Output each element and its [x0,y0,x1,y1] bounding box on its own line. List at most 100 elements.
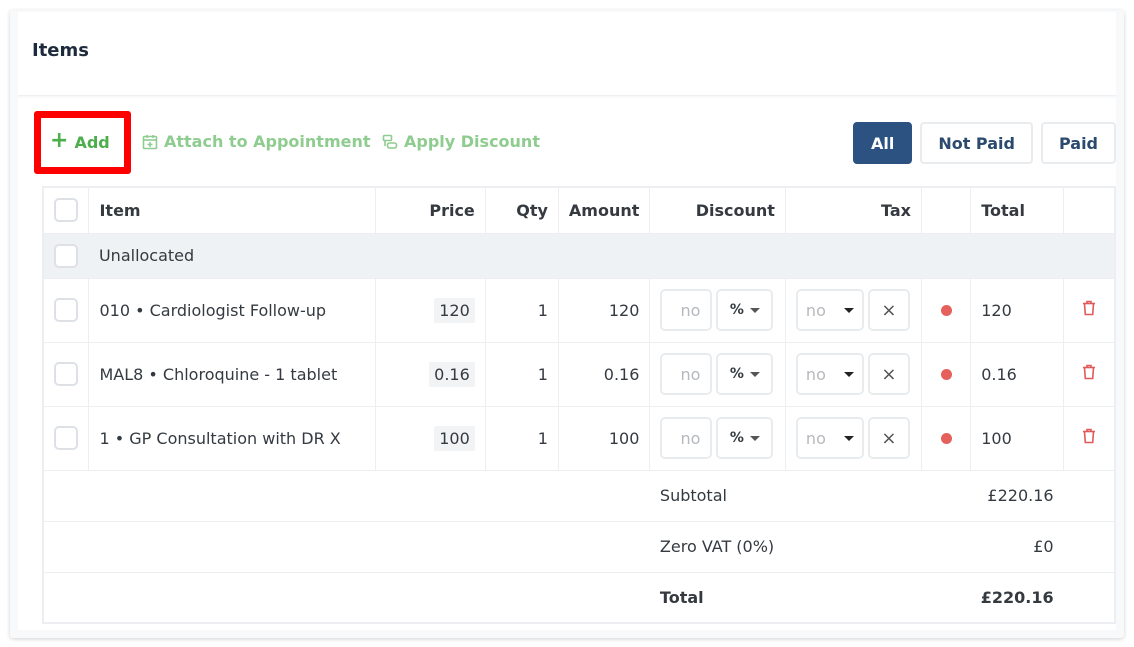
tax-select[interactable]: no [795,417,864,459]
row-checkbox[interactable] [54,362,78,386]
row-amount: 120 [557,277,651,343]
filter-not-paid[interactable]: Not Paid [920,122,1033,164]
discount-type-select[interactable]: % [716,289,774,331]
discount-input[interactable]: no [660,417,713,459]
tax-select-placeholder: no [805,300,826,320]
discount-type-select[interactable]: % [716,353,774,395]
subtotal-value: £220.16 [970,469,1064,522]
header-status [920,186,972,234]
table-row: MAL8 • Chloroquine - 1 tablet 0.16 1 0.1… [42,341,1116,407]
row-qty[interactable]: 1 [484,277,559,343]
table-header: Item Price Qty Amount Discount Tax Total [42,186,1116,234]
table-row: 010 • Cardiologist Follow-up 120 1 120 n… [42,277,1116,343]
header-discount: Discount [649,186,786,234]
header-item: Item [88,186,376,234]
row-price[interactable]: 120 [434,297,475,323]
vat-row: Zero VAT (0%) £0 [43,520,1115,573]
select-all-checkbox[interactable] [54,198,78,223]
close-icon: × [881,299,897,321]
vat-value: £0 [970,520,1064,573]
row-status-cell [920,277,972,343]
header-price: Price [374,186,486,234]
attach-to-appointment-button[interactable]: Attach to Appointment [142,132,371,151]
header-amount: Amount [557,186,651,234]
chevron-down-icon [843,435,854,441]
discount-label: Apply Discount [404,132,540,151]
row-qty[interactable]: 1 [484,341,559,407]
row-status-cell [920,341,972,407]
row-amount: 100 [557,405,651,471]
toolbar: + Add Attach to Appointment Apply Discou… [18,98,1116,186]
row-qty[interactable]: 1 [484,405,559,471]
card-title: Items [32,40,89,61]
delete-button[interactable] [1082,364,1096,380]
row-discount-cell: no% [649,277,786,343]
row-total: 0.16 [970,341,1065,407]
clear-tax-button[interactable]: × [867,289,910,331]
status-dot-icon [940,304,952,316]
row-status-cell [920,405,972,471]
chevron-down-icon [749,371,760,377]
row-checkbox[interactable] [54,298,78,322]
group-checkbox[interactable] [54,243,78,268]
close-icon: × [881,427,897,449]
row-total: 120 [970,277,1065,343]
discount-input[interactable]: no [660,353,713,395]
row-actions-cell [1063,277,1116,343]
header-tax: Tax [784,186,922,234]
items-panel: Items + Add Attach to Appointment Apply … [10,10,1124,638]
row-checkbox[interactable] [54,426,78,450]
row-tax-cell: no × [784,277,922,343]
tax-select-placeholder: no [805,428,826,448]
chevron-down-icon [749,307,760,313]
total-row: Total £220.16 [43,571,1115,624]
row-tax-cell: no × [784,405,922,471]
discount-icon [382,134,398,149]
card-body: + Add Attach to Appointment Apply Discou… [18,98,1116,630]
tax-select[interactable]: no [795,353,864,395]
row-amount: 0.16 [557,341,651,407]
row-item: 1 • GP Consultation with DR X [88,405,376,471]
header-total: Total [970,186,1065,234]
row-price-cell: 100 [374,405,486,471]
tax-select[interactable]: no [795,289,864,331]
row-checkbox-cell [42,341,90,407]
clear-tax-button[interactable]: × [867,353,910,395]
chevron-down-icon [749,435,760,441]
row-actions-cell [1063,405,1116,471]
delete-button[interactable] [1082,428,1096,444]
card-header: Items [18,12,1116,96]
status-dot-icon [940,432,952,444]
total-label: Total [649,571,971,624]
add-button[interactable]: + Add [50,130,110,152]
clear-tax-button[interactable]: × [867,417,910,459]
chevron-down-icon [843,371,854,377]
row-total: 100 [970,405,1065,471]
group-label: Unallocated [88,232,1115,279]
discount-input[interactable]: no [660,289,713,331]
filter-all[interactable]: All [852,122,913,164]
group-row-unallocated: Unallocated [43,232,1115,279]
payment-filter: All Not Paid Paid [852,122,1116,164]
total-value: £220.16 [970,571,1064,624]
subtotal-label: Subtotal [649,469,971,522]
row-price[interactable]: 0.16 [429,361,475,387]
row-item: MAL8 • Chloroquine - 1 tablet [88,341,376,407]
row-tax-cell: no × [784,341,922,407]
delete-button[interactable] [1082,300,1096,316]
apply-discount-button[interactable]: Apply Discount [382,132,540,151]
discount-type-select[interactable]: % [716,417,774,459]
row-price-cell: 0.16 [374,341,486,407]
discount-type-label: % [729,430,744,446]
subtotal-row: Subtotal £220.16 [43,469,1115,522]
row-checkbox-cell [42,405,90,471]
add-label: Add [74,132,110,152]
header-actions [1063,186,1116,234]
row-item: 010 • Cardiologist Follow-up [88,277,376,343]
row-price-cell: 120 [374,277,486,343]
row-discount-cell: no% [649,405,786,471]
status-dot-icon [940,368,952,380]
filter-paid[interactable]: Paid [1040,122,1116,164]
row-price[interactable]: 100 [434,425,475,451]
group-checkbox-cell [43,232,89,279]
